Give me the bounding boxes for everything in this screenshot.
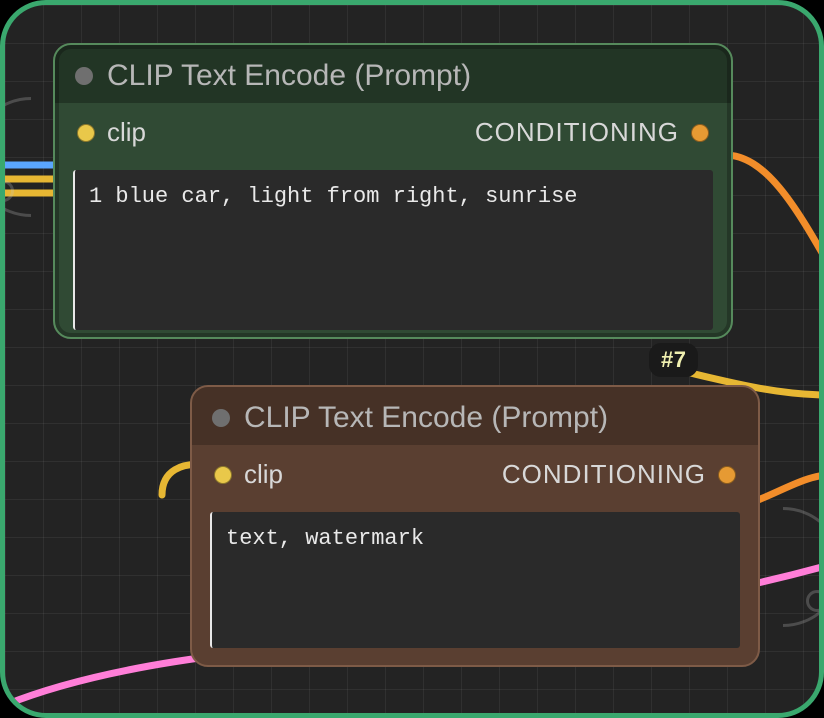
prompt-field-wrap [55,160,731,353]
output-port-conditioning[interactable]: CONDITIONING [475,117,709,148]
node-ports-row: clip CONDITIONING [192,445,758,502]
node-title: CLIP Text Encode (Prompt) [107,59,471,93]
input-port-label: clip [107,117,146,148]
port-dot-icon [214,466,232,484]
node-ports-row: clip CONDITIONING [55,103,731,160]
node-title: CLIP Text Encode (Prompt) [244,401,608,435]
prompt-field-wrap [192,502,758,671]
prompt-textarea[interactable] [210,512,740,648]
input-port-label: clip [244,459,283,490]
canvas-frame: #7 CLIP Text Encode (Prompt) clip CONDIT… [0,0,824,718]
input-port-clip[interactable]: clip [214,459,283,490]
input-port-clip[interactable]: clip [77,117,146,148]
port-dot-icon [77,124,95,142]
output-port-label: CONDITIONING [502,459,706,490]
port-dot-icon [718,466,736,484]
collapse-toggle-icon[interactable] [212,409,230,427]
collapse-toggle-icon[interactable] [75,67,93,85]
clip-text-encode-positive-node[interactable]: CLIP Text Encode (Prompt) clip CONDITION… [53,43,733,339]
output-port-conditioning[interactable]: CONDITIONING [502,459,736,490]
node-header[interactable]: CLIP Text Encode (Prompt) [55,45,731,103]
node-header[interactable]: CLIP Text Encode (Prompt) [192,387,758,445]
output-port-label: CONDITIONING [475,117,679,148]
clip-text-encode-negative-node[interactable]: CLIP Text Encode (Prompt) clip CONDITION… [190,385,760,667]
port-dot-icon [691,124,709,142]
prompt-textarea[interactable] [73,170,713,330]
